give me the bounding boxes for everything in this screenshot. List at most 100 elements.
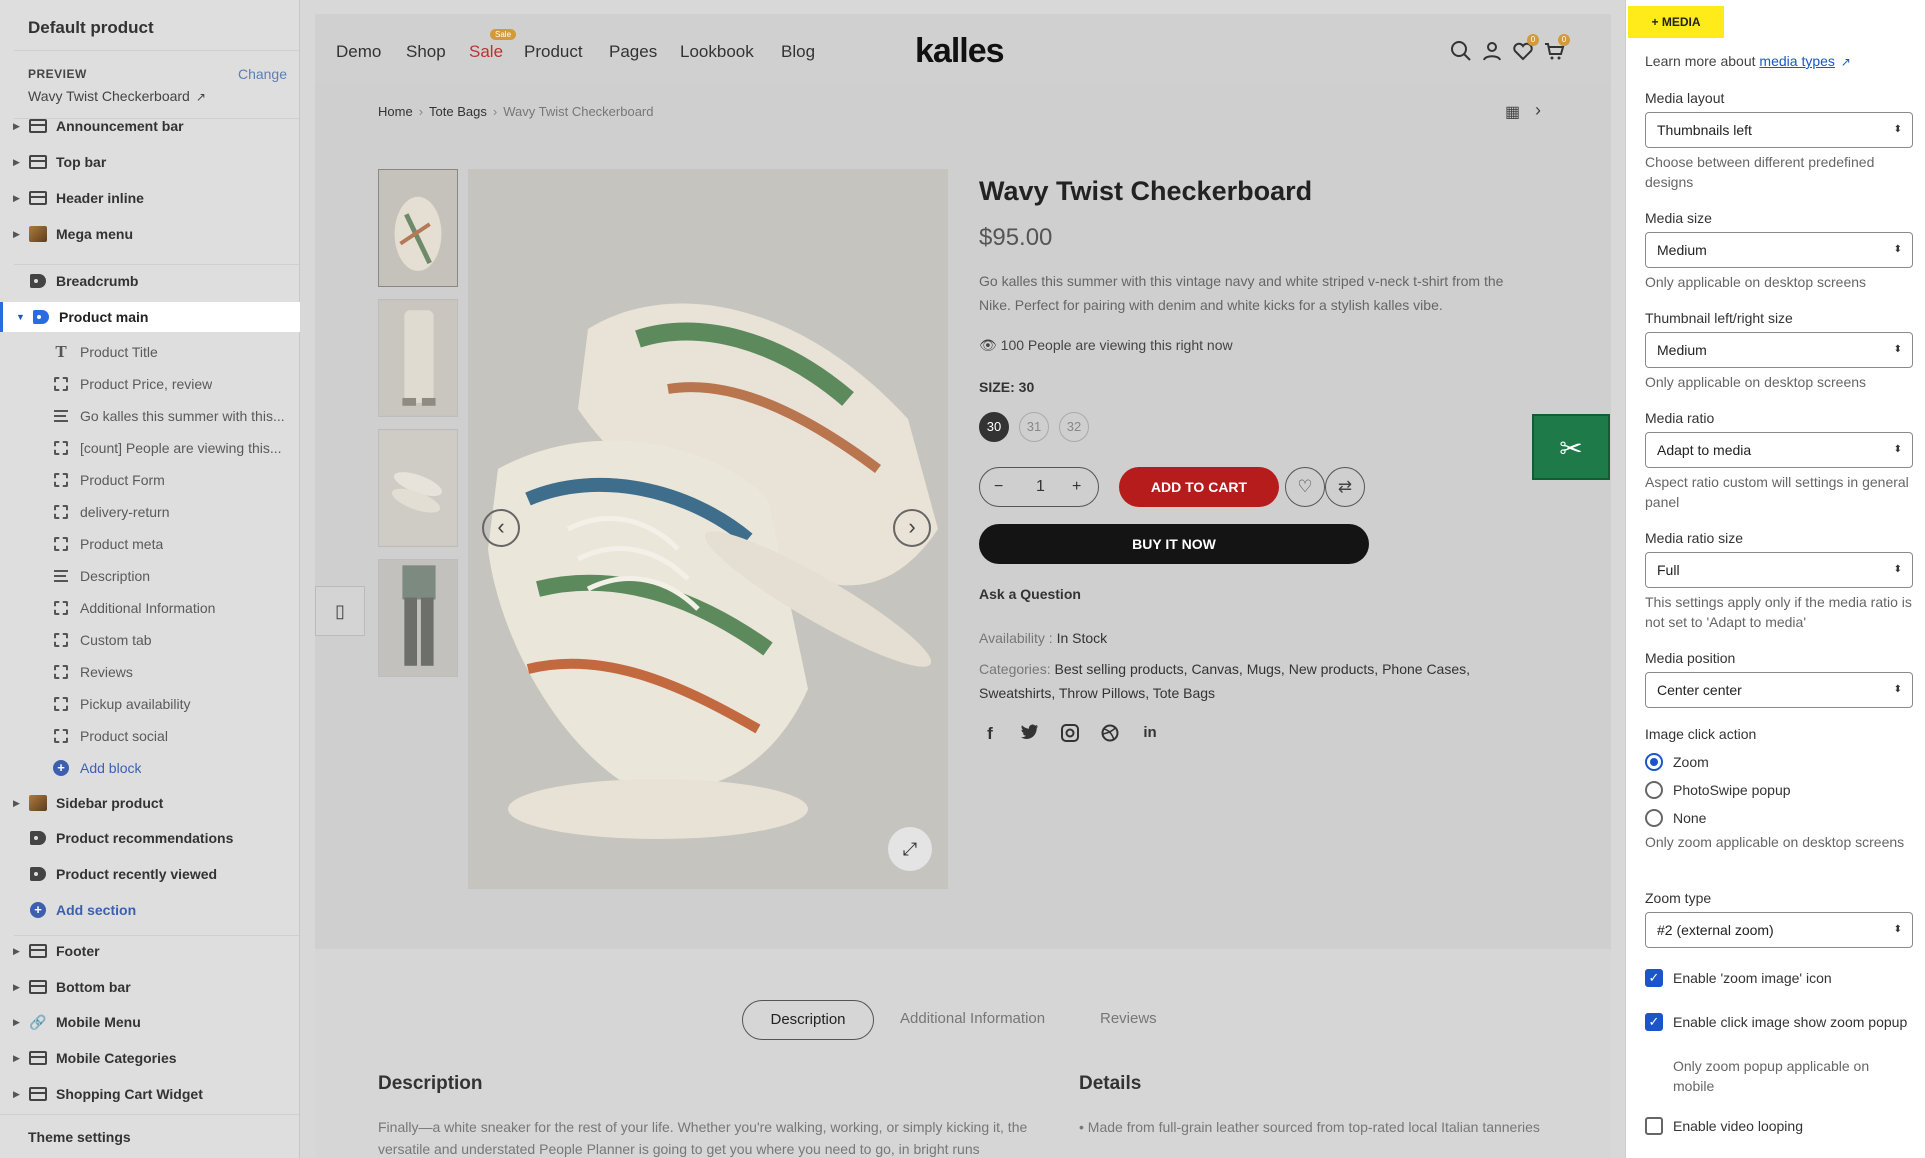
section-item-product-recommendations[interactable]: ▶Product recommendations <box>0 823 299 853</box>
store-logo[interactable]: kalles <box>915 32 1005 71</box>
radio-button[interactable] <box>1645 781 1663 799</box>
block-item-count-people-are-viewing-this[interactable]: [count] People are viewing this... <box>0 433 299 463</box>
size-option-32[interactable]: 32 <box>1059 412 1089 442</box>
nav-blog[interactable]: Blog <box>781 42 815 62</box>
chevron-right-icon[interactable]: ▶ <box>13 798 20 809</box>
quantity-value[interactable]: 1 <box>1036 478 1045 496</box>
media-size-select[interactable]: Medium ⬍ <box>1645 232 1913 268</box>
size-option-30[interactable]: 30 <box>979 412 1009 442</box>
block-item-pickup-availability[interactable]: Pickup availability <box>0 689 299 719</box>
click-popup-checkbox-label[interactable]: Enable click image show zoom popup <box>1673 1012 1913 1032</box>
block-item-product-price-review[interactable]: Product Price, review <box>0 369 299 399</box>
block-item-product-title[interactable]: T Product Title <box>0 337 299 367</box>
chevron-right-icon[interactable]: ▶ <box>13 1089 20 1100</box>
add-block-add-block[interactable]: + Add block <box>0 753 299 783</box>
chevron-right-icon[interactable]: ▶ <box>13 946 20 957</box>
block-item-product-social[interactable]: Product social <box>0 721 299 751</box>
expand-icon[interactable]: ⤢ <box>888 827 932 871</box>
breadcrumb-collection[interactable]: Tote Bags <box>429 104 487 119</box>
decrease-qty-button[interactable]: − <box>994 478 1003 496</box>
section-item-mega-menu[interactable]: ▶ Mega menu <box>0 219 299 249</box>
tab-reviews[interactable]: Reviews <box>1100 1010 1157 1027</box>
chevron-down-icon[interactable]: ▼ <box>16 312 25 322</box>
account-icon[interactable] <box>1481 40 1503 62</box>
next-image-button[interactable]: › <box>893 509 931 547</box>
grid-icon[interactable]: ▦ <box>1505 102 1520 122</box>
thumbnail-1[interactable] <box>378 169 458 287</box>
section-item-footer[interactable]: ▶ Footer <box>0 936 299 966</box>
section-item-breadcrumb[interactable]: ▶Breadcrumb <box>0 266 299 296</box>
add-to-cart-button[interactable]: ADD TO CART <box>1119 467 1279 507</box>
twitter-icon[interactable] <box>1019 724 1041 745</box>
radio-button[interactable] <box>1645 753 1663 771</box>
media-layout-select[interactable]: Thumbnails left ⬍ <box>1645 112 1913 148</box>
next-product-icon[interactable]: › <box>1535 100 1541 121</box>
product-main-image[interactable]: ‹ › ⤢ <box>468 169 948 889</box>
tab-description[interactable]: Description <box>742 1000 874 1040</box>
chevron-right-icon[interactable]: ▶ <box>13 982 20 993</box>
block-item-product-meta[interactable]: Product meta <box>0 529 299 559</box>
sidebar-toggle-icon[interactable]: ▯ <box>315 586 365 636</box>
nav-sale[interactable]: Sale <box>469 42 503 62</box>
block-item-reviews[interactable]: Reviews <box>0 657 299 687</box>
increase-qty-button[interactable]: + <box>1072 478 1081 496</box>
video-looping-checkbox-label[interactable]: Enable video looping <box>1673 1116 1913 1136</box>
search-icon[interactable] <box>1450 40 1472 62</box>
thumbnail-size-select[interactable]: Medium ⬍ <box>1645 332 1913 368</box>
add-section-add-section[interactable]: + Add section <box>0 895 299 925</box>
chevron-right-icon[interactable]: ▶ <box>13 157 20 168</box>
tab-additional-information[interactable]: Additional Information <box>900 1010 1045 1027</box>
chevron-right-icon[interactable]: ▶ <box>13 229 20 240</box>
section-item-announcement-bar[interactable]: ▶ Announcement bar <box>0 111 299 141</box>
wishlist-heart-icon[interactable]: ♡ <box>1285 467 1325 507</box>
block-item-custom-tab[interactable]: Custom tab <box>0 625 299 655</box>
zoom-icon-checkbox-label[interactable]: Enable 'zoom image' icon <box>1673 968 1913 988</box>
compare-icon[interactable]: ⇄ <box>1325 467 1365 507</box>
change-preview-link[interactable]: Change <box>238 66 287 82</box>
facebook-icon[interactable]: f <box>979 724 1001 744</box>
media-ratio-select[interactable]: Adapt to media ⬍ <box>1645 432 1913 468</box>
size-option-31[interactable]: 31 <box>1019 412 1049 442</box>
section-item-mobile-categories[interactable]: ▶ Mobile Categories <box>0 1043 299 1073</box>
buy-now-button[interactable]: BUY IT NOW <box>979 524 1369 564</box>
thumbnail-3[interactable] <box>378 429 458 547</box>
categories-value[interactable]: Best selling products, Canvas, Mugs, New… <box>979 661 1470 701</box>
chevron-right-icon[interactable]: ▶ <box>13 121 20 132</box>
media-ratio-size-select[interactable]: Full ⬍ <box>1645 552 1913 588</box>
zoom-type-select[interactable]: #2 (external zoom) ⬍ <box>1645 912 1913 948</box>
section-item-header-inline[interactable]: ▶ Header inline <box>0 183 299 213</box>
tools-icon[interactable]: ✂ <box>1532 414 1610 480</box>
block-item-description[interactable]: Description <box>0 561 299 591</box>
section-item-sidebar-product[interactable]: ▶ Sidebar product <box>0 788 299 818</box>
instagram-icon[interactable] <box>1059 724 1081 747</box>
click-popup-checkbox[interactable]: ✓ <box>1645 1013 1663 1031</box>
media-position-select[interactable]: Center center ⬍ <box>1645 672 1913 708</box>
dribbble-icon[interactable] <box>1099 724 1121 747</box>
breadcrumb-home[interactable]: Home <box>378 104 413 119</box>
video-looping-checkbox[interactable] <box>1645 1117 1663 1135</box>
theme-settings-button[interactable]: Theme settings <box>0 1114 299 1158</box>
linkedin-icon[interactable]: in <box>1139 724 1161 741</box>
preview-product[interactable]: Wavy Twist Checkerboard ↗ <box>28 88 206 104</box>
block-item-go-kalles-this-summer-with-this[interactable]: Go kalles this summer with this... <box>0 401 299 431</box>
radio-button[interactable] <box>1645 809 1663 827</box>
chevron-right-icon[interactable]: ▶ <box>13 1017 20 1028</box>
section-item-shopping-cart-widget[interactable]: ▶ Shopping Cart Widget <box>0 1079 299 1109</box>
thumbnail-4[interactable] <box>378 559 458 677</box>
nav-product[interactable]: Product <box>524 42 583 62</box>
section-item-product-main[interactable]: ▼ Product main <box>0 302 300 332</box>
thumbnail-2[interactable] <box>378 299 458 417</box>
nav-shop[interactable]: Shop <box>406 42 446 62</box>
zoom-icon-checkbox[interactable]: ✓ <box>1645 969 1663 987</box>
nav-pages[interactable]: Pages <box>609 42 657 62</box>
ask-question-link[interactable]: Ask a Question <box>979 586 1081 602</box>
chevron-right-icon[interactable]: ▶ <box>13 193 20 204</box>
section-item-product-recently-viewed[interactable]: ▶Product recently viewed <box>0 859 299 889</box>
media-types-link[interactable]: media types <box>1759 53 1834 69</box>
section-item-bottom-bar[interactable]: ▶ Bottom bar <box>0 972 299 1002</box>
nav-demo[interactable]: Demo <box>336 42 381 62</box>
nav-lookbook[interactable]: Lookbook <box>680 42 754 62</box>
block-item-delivery-return[interactable]: delivery-return <box>0 497 299 527</box>
block-item-product-form[interactable]: Product Form <box>0 465 299 495</box>
prev-image-button[interactable]: ‹ <box>482 509 520 547</box>
